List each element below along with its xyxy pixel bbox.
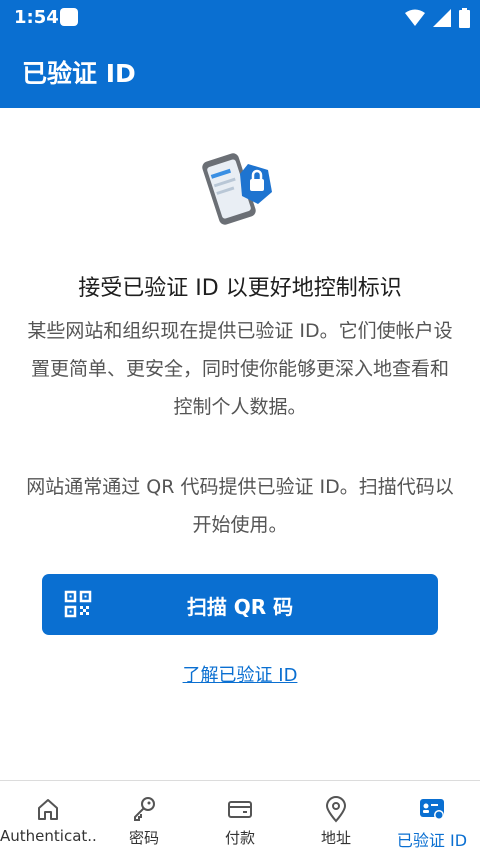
card-icon (228, 801, 252, 818)
bottom-nav: Authenticat... 密码 付款 地址 已验证 ID (0, 780, 480, 856)
scan-button-label: 扫描 QR 码 (186, 595, 294, 619)
key-icon (134, 797, 155, 821)
app-bar: 已验证 ID (0, 36, 480, 108)
main-heading: 接受已验证 ID 以更好地控制标识 (78, 276, 402, 301)
description-paragraph: 某些网站和组织现在提供已验证 ID。它们使帐户设置更简单、更安全，同时使你能够更… (27, 320, 453, 418)
verified-id-icon (420, 799, 444, 820)
qr-instructions-paragraph: 网站通常通过 QR 代码提供已验证 ID。扫描代码以开始使用。 (26, 476, 454, 536)
learn-verified-id-link[interactable]: 了解已验证 ID (0, 661, 480, 687)
status-time: 1:54 (14, 7, 59, 28)
notification-icon (60, 8, 78, 26)
nav-label: 密码 (128, 829, 159, 847)
battery-icon (459, 8, 470, 28)
nav-label: Authenticat... (0, 827, 96, 845)
home-icon (38, 799, 58, 820)
nav-item-passwords[interactable]: 密码 (96, 781, 192, 856)
status-bar: 1:54 (0, 0, 480, 36)
scan-qr-button[interactable]: 扫描 QR 码 (42, 574, 438, 635)
nav-item-payments[interactable]: 付款 (192, 781, 288, 856)
status-icons (405, 8, 470, 28)
nav-label: 已验证 ID (396, 831, 468, 850)
nav-label: 付款 (224, 829, 255, 847)
nav-label: 地址 (320, 829, 351, 847)
phone-lock-illustration-icon (202, 153, 272, 225)
wifi-icon (405, 9, 425, 26)
location-pin-icon (325, 796, 347, 823)
signal-icon (433, 9, 451, 27)
nav-item-addresses[interactable]: 地址 (288, 781, 384, 856)
nav-item-authenticator[interactable]: Authenticat... (0, 781, 96, 856)
page-title: 已验证 ID (22, 59, 136, 88)
nav-item-verified-id[interactable]: 已验证 ID (384, 781, 480, 856)
